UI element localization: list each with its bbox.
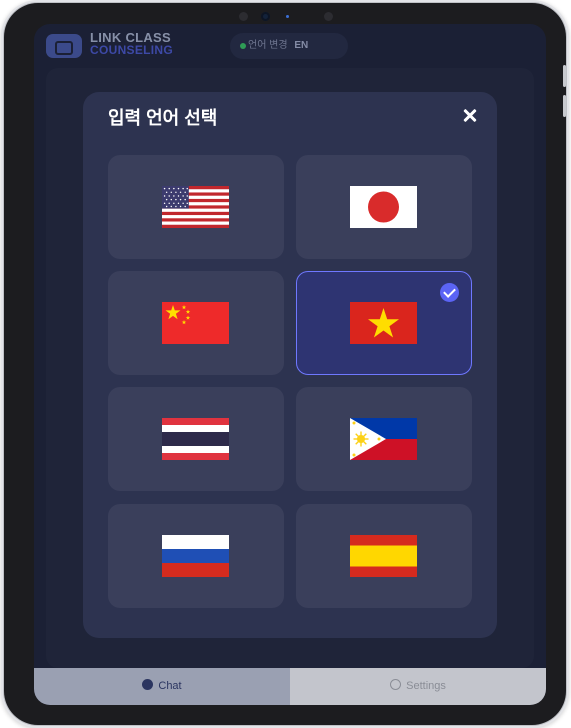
russia-flag-icon bbox=[162, 535, 229, 577]
tab-settings[interactable]: Settings bbox=[290, 668, 546, 705]
volume-up-button bbox=[563, 65, 566, 87]
language-option-russian[interactable] bbox=[108, 504, 284, 608]
bottom-tab-bar: Chat Settings bbox=[34, 668, 546, 705]
close-button[interactable] bbox=[457, 102, 483, 128]
language-option-spanish[interactable] bbox=[296, 504, 472, 608]
philippines-flag-icon bbox=[350, 418, 417, 460]
language-switch-pill[interactable]: 언어 변경 EN bbox=[230, 33, 348, 59]
tablet-frame: LINK CLASS COUNSELING 언어 변경 EN Chat Sett… bbox=[4, 3, 566, 725]
app-header: LINK CLASS COUNSELING 언어 변경 EN bbox=[34, 24, 546, 70]
thailand-flag-icon bbox=[162, 418, 229, 460]
language-option-english[interactable] bbox=[108, 155, 284, 259]
front-camera-icon bbox=[261, 12, 270, 21]
language-option-japanese[interactable] bbox=[296, 155, 472, 259]
settings-icon bbox=[390, 679, 402, 690]
selected-check-icon bbox=[440, 283, 459, 302]
tab-chat[interactable]: Chat bbox=[34, 668, 290, 705]
language-option-filipino[interactable] bbox=[296, 387, 472, 491]
language-switch-label: 언어 변경 bbox=[248, 40, 288, 51]
brand-line-2: COUNSELING bbox=[90, 43, 174, 57]
language-option-thai[interactable] bbox=[108, 387, 284, 491]
brand-name: LINK CLASS COUNSELING bbox=[90, 31, 173, 57]
language-option-chinese[interactable] bbox=[108, 271, 284, 375]
online-status-icon bbox=[240, 43, 246, 49]
vietnam-flag-icon bbox=[350, 302, 417, 344]
us-flag-icon bbox=[162, 186, 229, 228]
tab-chat-label: Chat bbox=[158, 680, 182, 692]
language-select-modal: 입력 언어 선택 bbox=[83, 92, 497, 638]
indicator-light-icon bbox=[286, 15, 289, 18]
chat-icon bbox=[142, 679, 154, 690]
language-option-vietnamese[interactable] bbox=[296, 271, 472, 375]
china-flag-icon bbox=[162, 302, 229, 344]
current-language-code: EN bbox=[294, 40, 309, 51]
tab-settings-label: Settings bbox=[406, 680, 446, 692]
app-logo-icon bbox=[46, 34, 82, 58]
japan-flag-icon bbox=[350, 186, 417, 228]
sensor-icon bbox=[324, 12, 333, 21]
screen: LINK CLASS COUNSELING 언어 변경 EN Chat Sett… bbox=[34, 24, 546, 705]
volume-down-button bbox=[563, 95, 566, 117]
spain-flag-icon bbox=[350, 535, 417, 577]
modal-title: 입력 언어 선택 bbox=[108, 108, 218, 128]
sensor-icon bbox=[239, 12, 248, 21]
